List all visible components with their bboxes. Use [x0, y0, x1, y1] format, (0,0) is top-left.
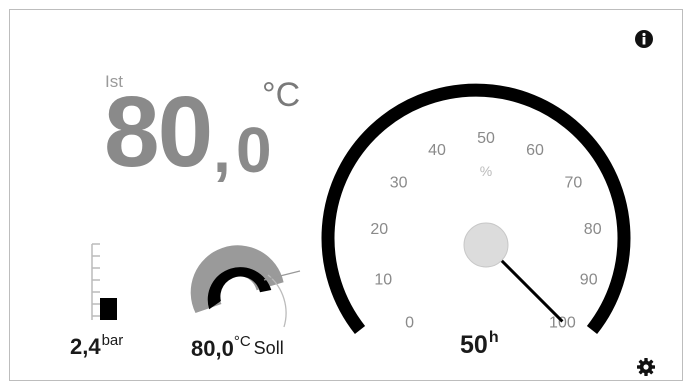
gauge-tick-label: 80: [584, 221, 602, 238]
setpoint-label: Soll: [253, 338, 284, 358]
gauge-unit-label: %: [480, 163, 492, 179]
pressure-scale: [91, 243, 100, 320]
gauge-arc: [321, 83, 631, 335]
gauge-tick-label: 40: [428, 142, 446, 159]
setpoint-readout: 80,0°C Soll: [191, 334, 284, 361]
pressure-unit: bar: [101, 332, 124, 349]
modulation-gauge: 0 10 20 30 40 50 60 70 80 90 100 %: [321, 83, 631, 335]
actual-temperature-unit: °C: [262, 76, 301, 114]
gauge-tick-label: 100: [549, 314, 576, 331]
actual-temperature-integer: 80: [104, 76, 213, 188]
gauge-tick-label: 70: [565, 175, 583, 192]
gauge-tick-label: 60: [526, 142, 544, 159]
gear-icon[interactable]: [635, 356, 657, 378]
pressure-bar-indicator: [91, 243, 117, 320]
pressure-value: 2,4: [70, 334, 101, 359]
setpoint-dial[interactable]: [180, 232, 304, 336]
actual-temperature-decimal: 0: [236, 114, 272, 186]
actual-temperature-comma: ,: [213, 114, 231, 186]
info-icon[interactable]: [633, 28, 655, 50]
gauge-tick-label: 50: [477, 130, 495, 147]
gauge-tick-label: 0: [405, 314, 414, 331]
hours-unit: h: [488, 329, 499, 346]
gauge-tick-label: 10: [374, 271, 392, 288]
pressure-fill: [100, 298, 117, 320]
gauge-tick-label: 30: [390, 175, 408, 192]
gauge-hub: [463, 222, 509, 268]
hours-value: 50: [460, 331, 488, 359]
gauge-tick-label: 20: [370, 221, 388, 238]
operating-hours: 50h: [460, 330, 499, 359]
setpoint-value: 80,0: [191, 336, 234, 361]
pressure-readout: 2,4bar: [70, 333, 123, 359]
setpoint-unit: °C: [233, 333, 251, 350]
gauge-tick-label: 90: [580, 271, 598, 288]
